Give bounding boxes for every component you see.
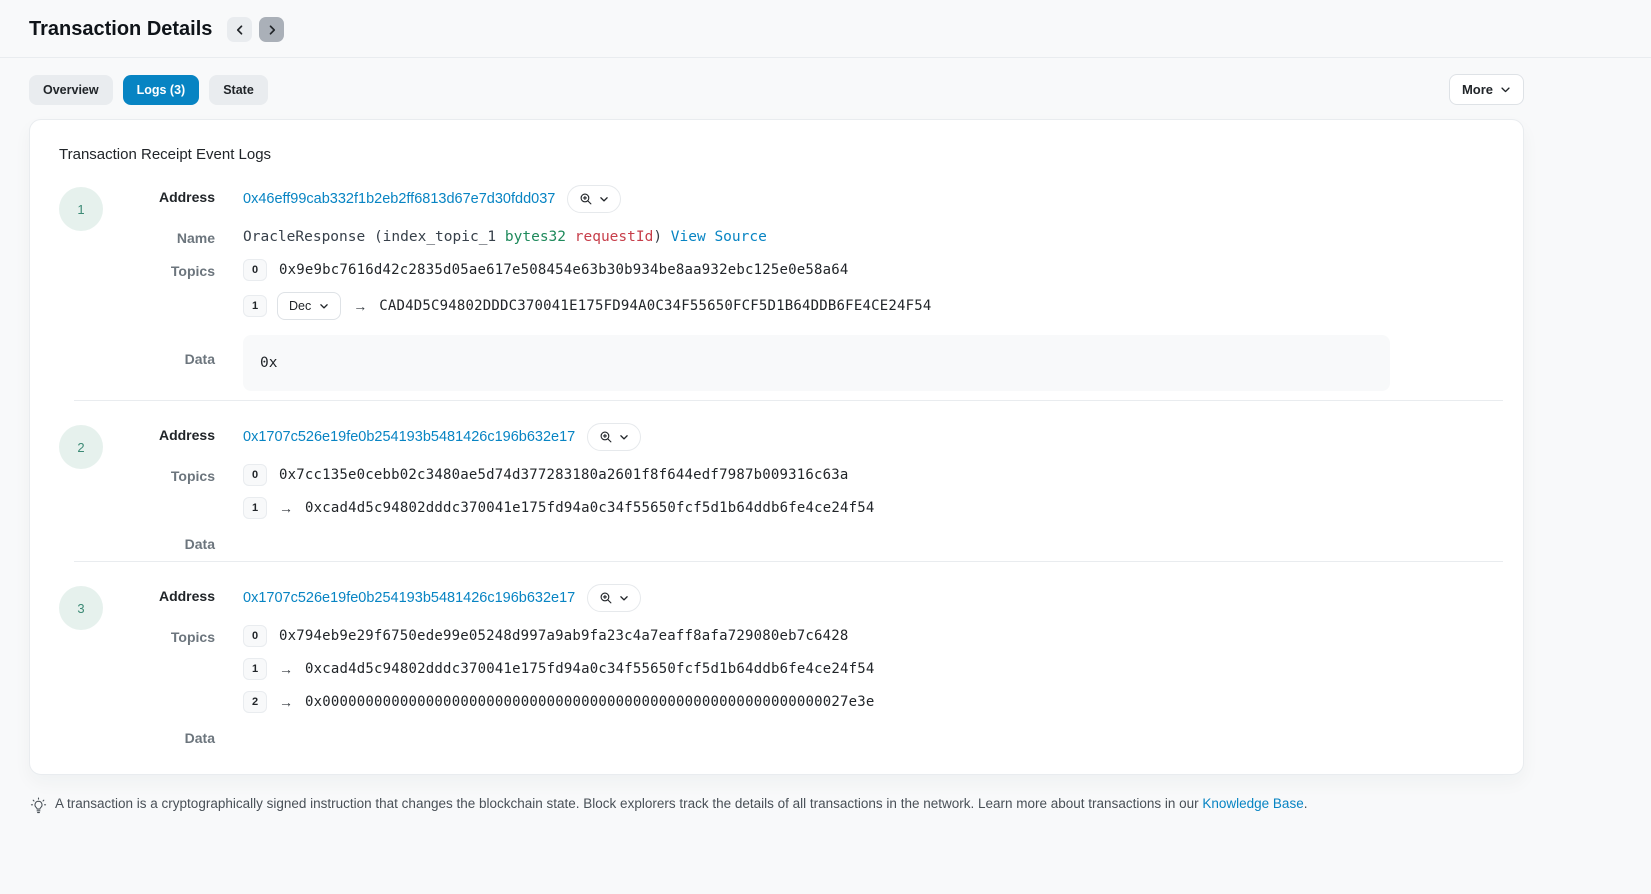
- topic-index-badge: 1: [243, 497, 267, 519]
- log-index-badge: 2: [59, 425, 103, 469]
- name-label: Name: [125, 226, 215, 246]
- log-index-badge: 3: [59, 586, 103, 630]
- address-label: Address: [125, 584, 215, 604]
- log-entry-1: 1 Address 0x46eff99cab332f1b2eb2ff6813d6…: [53, 185, 1503, 391]
- address-zoom-dropdown-button[interactable]: [587, 423, 641, 451]
- topic-row: 2 → 0x0000000000000000000000000000000000…: [243, 691, 1503, 713]
- topic-index-badge: 0: [243, 259, 267, 281]
- data-row: Data: [125, 726, 1503, 746]
- data-label: Data: [125, 333, 215, 367]
- topics-label: Topics: [125, 464, 215, 484]
- address-label: Address: [125, 185, 215, 205]
- address-link[interactable]: 0x1707c526e19fe0b254193b5481426c196b632e…: [243, 590, 575, 606]
- log-index-badge: 1: [59, 187, 103, 231]
- topic-index-badge: 0: [243, 625, 267, 647]
- topics-row: Topics 0 0x7cc135e0cebb02c3480ae5d74d377…: [125, 464, 1503, 519]
- topic-row: 1 Dec → CAD4D5C94802DDDC370041E175FD94A0…: [243, 292, 1503, 320]
- footer-period: .: [1304, 796, 1308, 811]
- topic-value: 0x7cc135e0cebb02c3480ae5d74d377283180a26…: [279, 467, 849, 483]
- chevron-right-icon: [266, 24, 278, 36]
- data-label: Data: [125, 532, 215, 552]
- topic-row: 1 → 0xcad4d5c94802dddc370041e175fd94a0c3…: [243, 658, 1503, 680]
- topics-row: Topics 0 0x794eb9e29f6750ede99e05248d997…: [125, 625, 1503, 713]
- event-signature: OracleResponse (index_topic_1 bytes32 re…: [243, 226, 1503, 245]
- topics-label: Topics: [125, 625, 215, 645]
- more-label: More: [1462, 82, 1493, 97]
- tabs-row: Overview Logs (3) State More: [29, 74, 1524, 105]
- topics-label: Topics: [125, 259, 215, 279]
- chevron-left-icon: [234, 24, 246, 36]
- chevron-down-icon: [1500, 84, 1511, 95]
- card-title: Transaction Receipt Event Logs: [59, 146, 1503, 163]
- address-row: Address 0x1707c526e19fe0b254193b5481426c…: [125, 423, 1503, 451]
- arrow-right-icon: →: [353, 298, 367, 314]
- address-zoom-dropdown-button[interactable]: [567, 185, 621, 213]
- tab-state[interactable]: State: [209, 75, 268, 105]
- tab-logs[interactable]: Logs (3): [123, 75, 200, 105]
- name-row: Name OracleResponse (index_topic_1 bytes…: [125, 226, 1503, 246]
- more-dropdown-button[interactable]: More: [1449, 74, 1524, 105]
- chevron-down-icon: [599, 194, 609, 204]
- log-entry-2: 2 Address 0x1707c526e19fe0b254193b548142…: [53, 423, 1503, 552]
- knowledge-base-link[interactable]: Knowledge Base: [1202, 796, 1303, 811]
- zoom-in-icon: [599, 430, 613, 444]
- zoom-in-icon: [599, 591, 613, 605]
- page-header: Transaction Details: [0, 0, 1651, 58]
- topic-value: 0x9e9bc7616d42c2835d05ae617e508454e63b30…: [279, 262, 849, 278]
- event-signature-space: [566, 229, 575, 245]
- topic-value: 0x00000000000000000000000000000000000000…: [305, 694, 875, 710]
- footer-text: A transaction is a cryptographically sig…: [55, 796, 1307, 811]
- topic-row: 0 0x7cc135e0cebb02c3480ae5d74d377283180a…: [243, 464, 1503, 486]
- topic-value: CAD4D5C94802DDDC370041E175FD94A0C34F5565…: [379, 298, 931, 314]
- event-signature-prefix: OracleResponse (index_topic_1: [243, 229, 505, 245]
- topic-value: 0xcad4d5c94802dddc370041e175fd94a0c34f55…: [305, 661, 875, 677]
- log-entry-3: 3 Address 0x1707c526e19fe0b254193b548142…: [53, 584, 1503, 746]
- chevron-down-icon: [319, 301, 329, 311]
- data-row: Data 0x: [125, 333, 1503, 391]
- address-row: Address 0x46eff99cab332f1b2eb2ff6813d67e…: [125, 185, 1503, 213]
- address-zoom-dropdown-button[interactable]: [587, 584, 641, 612]
- log-divider: [74, 561, 1503, 562]
- log-data-value: 0x: [243, 335, 1390, 391]
- chevron-down-icon: [619, 432, 629, 442]
- topic-row: 0 0x9e9bc7616d42c2835d05ae617e508454e63b…: [243, 259, 1503, 281]
- event-signature-suffix: ): [653, 229, 670, 245]
- data-row: Data: [125, 532, 1503, 552]
- event-param-name: requestId: [575, 229, 654, 245]
- previous-transaction-button[interactable]: [227, 17, 252, 42]
- address-label: Address: [125, 423, 215, 443]
- address-link[interactable]: 0x46eff99cab332f1b2eb2ff6813d67e7d30fdd0…: [243, 191, 555, 207]
- view-source-link[interactable]: View Source: [671, 229, 767, 245]
- topic-row: 0 0x794eb9e29f6750ede99e05248d997a9ab9fa…: [243, 625, 1503, 647]
- topics-row: Topics 0 0x9e9bc7616d42c2835d05ae617e508…: [125, 259, 1503, 320]
- address-link[interactable]: 0x1707c526e19fe0b254193b5481426c196b632e…: [243, 429, 575, 445]
- topic-index-badge: 1: [243, 295, 267, 317]
- next-transaction-button[interactable]: [259, 17, 284, 42]
- topic-index-badge: 1: [243, 658, 267, 680]
- address-row: Address 0x1707c526e19fe0b254193b5481426c…: [125, 584, 1503, 612]
- main-container: Overview Logs (3) State More Transaction…: [29, 74, 1524, 814]
- chevron-down-icon: [619, 593, 629, 603]
- data-label: Data: [125, 726, 215, 746]
- event-logs-card: Transaction Receipt Event Logs 1 Address…: [29, 119, 1524, 775]
- arrow-right-icon: →: [279, 694, 293, 710]
- topic-value: 0xcad4d5c94802dddc370041e175fd94a0c34f55…: [305, 500, 875, 516]
- topic-index-badge: 2: [243, 691, 267, 713]
- log-divider: [74, 400, 1503, 401]
- arrow-right-icon: →: [279, 500, 293, 516]
- lightbulb-icon: [30, 796, 47, 814]
- decode-mode-label: Dec: [289, 299, 311, 313]
- event-param-type: bytes32: [505, 229, 566, 245]
- arrow-right-icon: →: [279, 661, 293, 677]
- topic-decode-select[interactable]: Dec: [277, 292, 341, 320]
- page-footer: A transaction is a cryptographically sig…: [30, 796, 1524, 814]
- zoom-in-icon: [579, 192, 593, 206]
- topic-index-badge: 0: [243, 464, 267, 486]
- topic-row: 1 → 0xcad4d5c94802dddc370041e175fd94a0c3…: [243, 497, 1503, 519]
- topic-value: 0x794eb9e29f6750ede99e05248d997a9ab9fa23…: [279, 628, 849, 644]
- tab-overview[interactable]: Overview: [29, 75, 113, 105]
- footer-description: A transaction is a cryptographically sig…: [55, 796, 1202, 811]
- page-title: Transaction Details: [29, 18, 212, 41]
